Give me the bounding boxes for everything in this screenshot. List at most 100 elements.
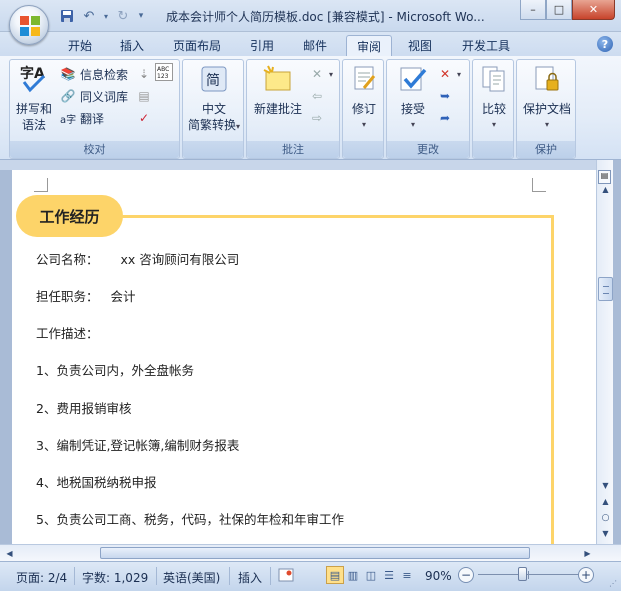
dropdown-arrow-icon: ▾ bbox=[491, 120, 496, 129]
window-controls: – □ ✕ bbox=[520, 0, 615, 20]
office-button[interactable] bbox=[9, 5, 49, 45]
duty-item: 1、负责公司内，外全盘帐务 bbox=[36, 363, 194, 378]
tab-home[interactable]: 开始 bbox=[58, 35, 102, 56]
next-comment-icon: ⇨ bbox=[311, 111, 323, 125]
translate-button[interactable]: a字 翻译 bbox=[60, 109, 104, 127]
vertical-scroll-thumb[interactable] bbox=[598, 277, 613, 301]
previous-change-button[interactable]: ➥ bbox=[437, 87, 453, 105]
margin-corner-left bbox=[34, 178, 48, 192]
spelling-label-1: 拼写和 bbox=[15, 102, 52, 116]
zoom-level[interactable]: 90% bbox=[425, 569, 452, 583]
track-changes-button[interactable]: 修订 ▾ bbox=[343, 64, 385, 133]
group-label-chinese bbox=[183, 141, 243, 158]
full-screen-reading-icon[interactable]: ▥ bbox=[344, 566, 362, 584]
accept-change-icon bbox=[400, 67, 427, 91]
compare-documents-icon bbox=[482, 66, 505, 92]
group-tracking: 修订 ▾ bbox=[342, 59, 384, 159]
close-button[interactable]: ✕ bbox=[572, 0, 615, 20]
tab-references[interactable]: 引用 bbox=[240, 35, 284, 56]
resize-grip-icon[interactable]: ⋰ bbox=[609, 579, 619, 589]
chinese-conversion-button[interactable]: 简 中文 简繁转换▾ bbox=[183, 64, 245, 135]
word-count[interactable]: 字数: 1,029 bbox=[82, 569, 148, 586]
undo-dropdown-icon[interactable]: ▾ bbox=[102, 7, 110, 25]
parental-control-button[interactable]: ✓ bbox=[136, 109, 152, 127]
tab-developer[interactable]: 开发工具 bbox=[452, 35, 520, 56]
reject-button[interactable]: ✕ ▾ bbox=[437, 65, 461, 83]
draft-view-icon[interactable]: ≡ bbox=[398, 566, 416, 584]
next-page-icon[interactable]: ▼ bbox=[598, 526, 613, 541]
svg-text:ABC: ABC bbox=[157, 66, 169, 73]
protect-document-button[interactable]: 保护文档 ▾ bbox=[517, 64, 577, 133]
outline-view-icon[interactable]: ☰ bbox=[380, 566, 398, 584]
previous-comment-button[interactable]: ⇦ bbox=[309, 87, 325, 105]
minimize-button[interactable]: – bbox=[520, 0, 546, 20]
redo-icon[interactable]: ↻ bbox=[114, 7, 132, 25]
duty-item: 4、地税国税纳税申报 bbox=[36, 475, 157, 490]
next-comment-button[interactable]: ⇨ bbox=[309, 109, 325, 127]
previous-page-icon[interactable]: ▲ bbox=[598, 494, 613, 509]
tab-review[interactable]: 审阅 bbox=[346, 35, 393, 56]
accept-button[interactable]: 接受 ▾ bbox=[389, 64, 437, 133]
research-button[interactable]: 📚 信息检索 bbox=[60, 65, 129, 83]
horizontal-scroll-thumb[interactable] bbox=[100, 547, 530, 559]
svg-text:简: 简 bbox=[206, 72, 220, 89]
spelling-grammar-button[interactable]: 字A 拼写和 语法 bbox=[12, 64, 56, 133]
horizontal-scrollbar[interactable]: ◀ ▶ bbox=[0, 544, 621, 561]
undo-icon[interactable]: ↶ bbox=[80, 7, 98, 25]
scroll-down-icon[interactable]: ▼ bbox=[598, 478, 613, 493]
set-language-button[interactable]: ▤ bbox=[136, 87, 152, 105]
group-chinese-conversion: 简 中文 简繁转换▾ bbox=[182, 59, 244, 159]
delete-comment-button[interactable]: ✕ ▾ bbox=[309, 65, 333, 83]
tab-insert[interactable]: 插入 bbox=[110, 35, 154, 56]
company-value: xx 咨询顾问有限公司 bbox=[120, 252, 240, 267]
protect-document-label: 保护文档 bbox=[522, 102, 571, 116]
group-compare: 比较 ▾ bbox=[472, 59, 514, 159]
shield-check-icon: ✓ bbox=[138, 111, 150, 125]
new-comment-button[interactable]: 新建批注 bbox=[247, 64, 309, 117]
new-comment-label: 新建批注 bbox=[253, 102, 302, 116]
save-icon[interactable] bbox=[58, 7, 76, 25]
tab-view[interactable]: 视图 bbox=[398, 35, 442, 56]
print-layout-icon[interactable]: ▤ bbox=[326, 566, 344, 584]
scroll-left-icon[interactable]: ◀ bbox=[2, 546, 17, 561]
maximize-button[interactable]: □ bbox=[546, 0, 572, 20]
translate-label: 翻译 bbox=[80, 111, 105, 126]
quick-access-toolbar: ↶ ▾ ↻ ▾ bbox=[58, 7, 146, 25]
customize-qat-icon[interactable]: ▾ bbox=[136, 7, 146, 25]
research-label: 信息检索 bbox=[80, 67, 129, 82]
word-count-button[interactable]: ABC 123 bbox=[155, 63, 173, 81]
tab-mailings[interactable]: 邮件 bbox=[293, 35, 337, 56]
previous-comment-icon: ⇦ bbox=[311, 89, 323, 103]
web-layout-icon[interactable]: ◫ bbox=[362, 566, 380, 584]
scroll-up-icon[interactable]: ▲ bbox=[598, 182, 613, 197]
compare-button[interactable]: 比较 ▾ bbox=[473, 64, 515, 133]
group-comments: 新建批注 ✕ ▾ ⇦ ⇨ 批注 bbox=[246, 59, 340, 159]
set-language-icon: ▤ bbox=[138, 89, 150, 103]
chinese-label-2: 简繁转换 bbox=[187, 118, 236, 132]
vertical-scrollbar[interactable]: ▲ ▼ ▲ ○ ▼ bbox=[596, 160, 613, 544]
document-page[interactable]: 工作经历 公司名称： xx 咨询顾问有限公司 担任职务： 会计 工作描述： 1、负责… bbox=[12, 170, 596, 544]
zoom-out-icon[interactable]: − bbox=[458, 567, 474, 583]
translation-tip-button[interactable]: ⇣ bbox=[136, 65, 152, 83]
zoom-slider[interactable] bbox=[518, 567, 528, 581]
thesaurus-button[interactable]: 🔗 同义词库 bbox=[60, 87, 129, 105]
position-line: 担任职务： 会计 bbox=[36, 286, 136, 305]
word-count-icon: ABC 123 bbox=[155, 63, 173, 81]
zoom-in-icon[interactable]: + bbox=[578, 567, 594, 583]
duty-item: 2、费用报销审核 bbox=[36, 401, 132, 416]
macro-recording-icon[interactable] bbox=[278, 567, 294, 586]
dropdown-arrow-icon: ▾ bbox=[410, 120, 415, 129]
language-indicator[interactable]: 英语(美国) bbox=[163, 569, 220, 586]
browse-object-icon[interactable]: ○ bbox=[598, 510, 613, 525]
group-protect: 保护文档 ▾ 保护 bbox=[516, 59, 576, 159]
next-change-button[interactable]: ➦ bbox=[437, 109, 453, 127]
tab-page-layout[interactable]: 页面布局 bbox=[163, 35, 231, 56]
insert-mode[interactable]: 插入 bbox=[238, 569, 262, 586]
duty-item: 3、编制凭证,登记帐簿,编制财务报表 bbox=[36, 438, 240, 453]
lock-document-icon bbox=[535, 66, 559, 91]
page-count[interactable]: 页面: 2/4 bbox=[16, 569, 67, 586]
help-icon[interactable]: ? bbox=[597, 36, 613, 52]
accept-label: 接受 bbox=[400, 102, 425, 116]
view-ruler-icon[interactable]: ▤ bbox=[598, 170, 611, 184]
scroll-right-icon[interactable]: ▶ bbox=[580, 546, 595, 561]
